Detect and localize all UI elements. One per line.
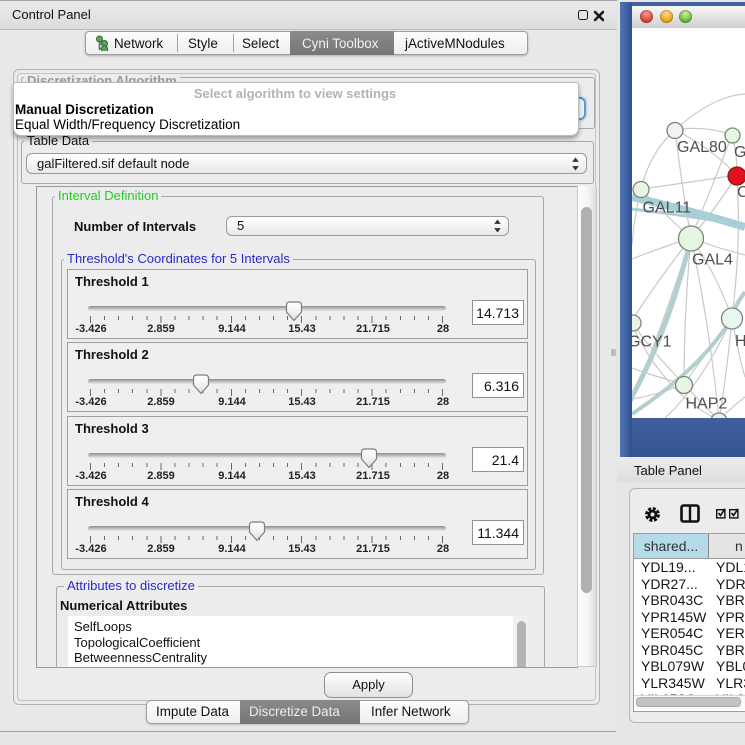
svg-text:GAL80: GAL80 <box>677 139 727 156</box>
svg-text:C: C <box>737 184 745 201</box>
svg-text:GAL11: GAL11 <box>643 200 692 217</box>
svg-text:GA: GA <box>734 144 745 161</box>
svg-text:H: H <box>735 333 745 350</box>
svg-text:HAP2: HAP2 <box>686 396 728 413</box>
svg-text:GAL4: GAL4 <box>692 252 733 269</box>
svg-text:GCY1: GCY1 <box>632 334 672 351</box>
